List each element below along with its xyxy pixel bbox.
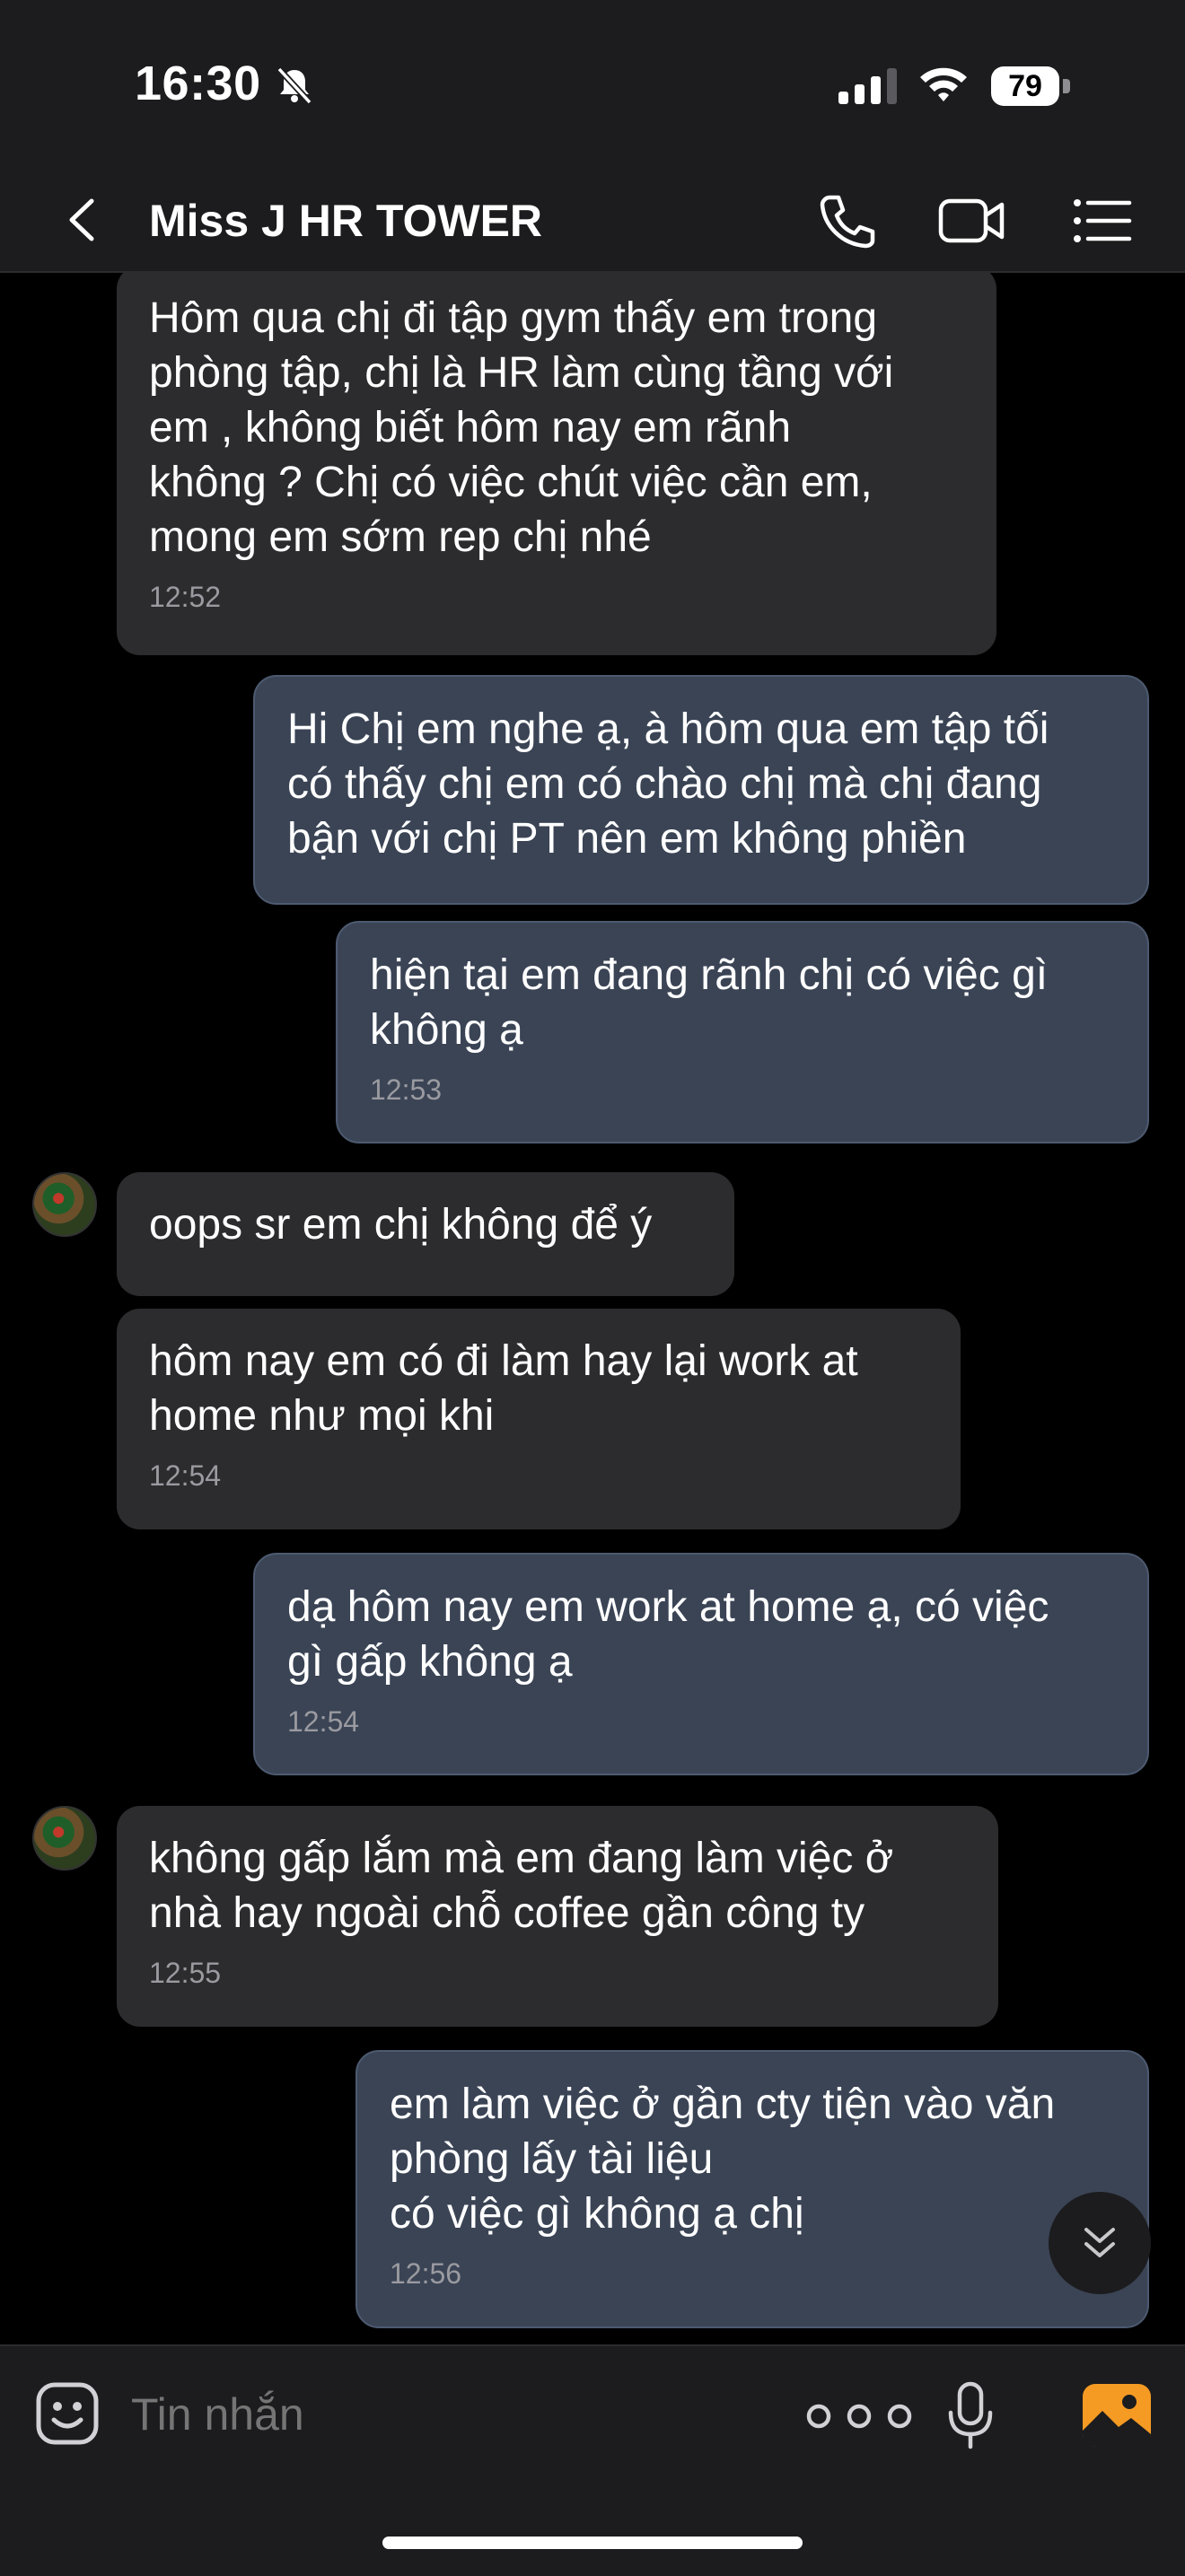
more-icon[interactable] [799,2398,919,2434]
message-bubble-incoming[interactable]: không gấp lắm mà em đang làm việc ở nhà … [117,1806,998,2027]
chat-header: Miss J HR TOWER [0,171,1185,273]
message-text: hiện tại em đang rãnh chị có việc gì khô… [370,951,1049,1054]
message-text: em làm việc ở gần cty tiện vào văn phòng… [390,2081,1056,2238]
message-bubble-outgoing[interactable]: Hi Chị em nghe ạ, à hôm qua em tập tối c… [253,675,1149,905]
message-input[interactable] [131,2379,759,2450]
message-text: hôm nay em có đi làm hay lại work at hom… [149,1337,858,1440]
gallery-icon[interactable] [1083,2384,1151,2447]
signal-icon [838,68,897,104]
message-text: Hôm qua chị đi tập gym thấy em trong phò… [149,294,894,561]
contact-name[interactable]: Miss J HR TOWER [149,188,542,253]
message-bubble-incoming[interactable]: oops sr em chị không để ý [117,1172,734,1296]
message-bubble-outgoing[interactable]: hiện tại em đang rãnh chị có việc gì khô… [336,921,1149,1143]
scroll-to-bottom-button[interactable] [1049,2192,1151,2294]
message-bubble-incoming[interactable]: hôm nay em có đi làm hay lại work at hom… [117,1309,961,1529]
battery-level: 79 [1008,69,1042,103]
wifi-icon [920,67,967,101]
message-time: 12:55 [149,1957,222,1989]
message-bubble-incoming[interactable]: Hôm qua chị đi tập gym thấy em trong phò… [117,273,996,655]
battery-icon: 79 [991,66,1074,106]
message-bubble-outgoing[interactable]: em làm việc ở gần cty tiện vào văn phòng… [356,2050,1149,2328]
bell-slash-icon [276,66,312,105]
emoji-icon[interactable] [34,2380,101,2447]
message-text: dạ hôm nay em work at home ạ, có việc gì… [287,1583,1049,1686]
double-chevron-down-icon [1084,2228,1115,2257]
message-text: Hi Chị em nghe ạ, à hôm qua em tập tối c… [287,705,1049,863]
status-bar: 16:30 79 [0,0,1185,171]
message-time: 12:53 [370,1073,443,1106]
message-text: không gấp lắm mà em đang làm việc ở nhà … [149,1835,894,1937]
contact-avatar[interactable] [32,1806,97,1871]
message-time: 12:54 [287,1705,360,1738]
composer-bar [0,2344,1185,2576]
message-time: 12:54 [149,1459,222,1492]
contact-avatar[interactable] [32,1172,97,1237]
home-indicator[interactable] [382,2537,803,2549]
message-bubble-outgoing[interactable]: dạ hôm nay em work at home ạ, có việc gì… [253,1553,1149,1775]
message-time: 12:52 [149,581,222,613]
back-icon[interactable] [56,190,110,250]
message-text: oops sr em chị không để ý [149,1201,653,1249]
message-time: 12:56 [390,2257,462,2290]
phone-icon[interactable] [812,187,883,255]
microphone-icon[interactable] [946,2380,995,2452]
video-call-icon[interactable] [935,187,1007,255]
message-list[interactable]: Hôm qua chị đi tập gym thấy em trong phò… [0,273,1185,2344]
menu-list-icon[interactable] [1065,187,1137,255]
status-time: 16:30 [135,57,261,110]
